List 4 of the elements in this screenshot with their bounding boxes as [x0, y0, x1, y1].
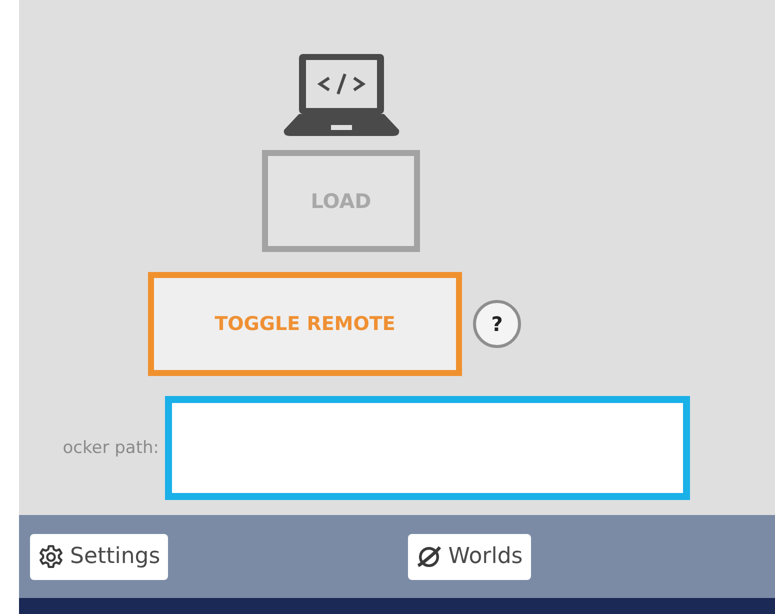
nav-button[interactable]: Worlds	[408, 534, 531, 580]
help-button[interactable]: ?	[473, 300, 521, 348]
nav-button[interactable]: Settings	[30, 534, 168, 580]
field-label: ocker path:	[62, 438, 159, 458]
